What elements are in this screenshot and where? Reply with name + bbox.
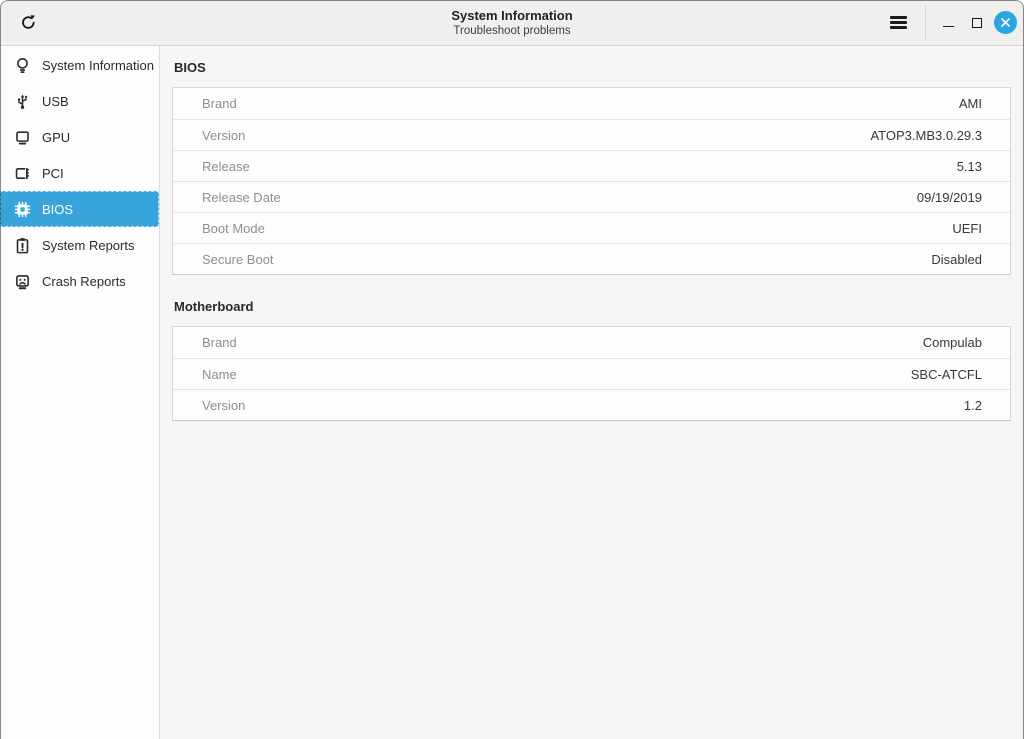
sidebar-item-gpu[interactable]: GPU bbox=[0, 119, 159, 155]
window-title: System Information bbox=[451, 8, 572, 24]
row-label: Release Date bbox=[202, 190, 281, 205]
clipboard-alert-icon bbox=[14, 237, 31, 254]
row-label: Brand bbox=[202, 335, 237, 350]
maximize-button[interactable] bbox=[963, 9, 990, 36]
table-row: Secure Boot Disabled bbox=[173, 243, 1010, 274]
table-row: Version ATOP3.MB3.0.29.3 bbox=[173, 119, 1010, 150]
chip-icon bbox=[14, 201, 31, 218]
row-value: SBC-ATCFL bbox=[911, 367, 982, 382]
sidebar-item-pci[interactable]: PCI bbox=[0, 155, 159, 191]
sidebar-item-label: PCI bbox=[42, 166, 64, 181]
row-label: Version bbox=[202, 128, 245, 143]
table-row: Boot Mode UEFI bbox=[173, 212, 1010, 243]
row-label: Secure Boot bbox=[202, 252, 274, 267]
app-window: System Information Troubleshoot problems bbox=[0, 0, 1024, 739]
row-value: Disabled bbox=[931, 252, 982, 267]
info-table: Brand AMI Version ATOP3.MB3.0.29.3 Relea… bbox=[172, 87, 1011, 275]
sidebar-item-label: Crash Reports bbox=[42, 274, 126, 289]
row-label: Release bbox=[202, 159, 250, 174]
row-value: 09/19/2019 bbox=[917, 190, 982, 205]
sidebar-item-label: BIOS bbox=[42, 202, 73, 217]
titlebar[interactable]: System Information Troubleshoot problems bbox=[0, 0, 1024, 46]
row-value: UEFI bbox=[952, 221, 982, 236]
refresh-button[interactable] bbox=[12, 7, 44, 39]
row-value: Compulab bbox=[923, 335, 982, 350]
info-table: Brand Compulab Name SBC-ATCFL Version 1.… bbox=[172, 326, 1011, 421]
maximize-icon bbox=[972, 18, 982, 28]
table-row: Brand Compulab bbox=[173, 327, 1010, 358]
sidebar-item-system-reports[interactable]: System Reports bbox=[0, 227, 159, 263]
sidebar-item-usb[interactable]: USB bbox=[0, 83, 159, 119]
section-bios: BIOS Brand AMI Version ATOP3.MB3.0.29.3 … bbox=[172, 60, 1011, 275]
close-button[interactable] bbox=[994, 11, 1017, 34]
section-title: BIOS bbox=[174, 60, 1011, 75]
crash-screen-icon bbox=[14, 273, 31, 290]
row-label: Brand bbox=[202, 96, 237, 111]
row-value: ATOP3.MB3.0.29.3 bbox=[870, 128, 982, 143]
row-value: 5.13 bbox=[957, 159, 982, 174]
table-row: Release 5.13 bbox=[173, 150, 1010, 181]
sidebar-item-label: System Reports bbox=[42, 238, 134, 253]
content-panel: BIOS Brand AMI Version ATOP3.MB3.0.29.3 … bbox=[160, 46, 1024, 739]
row-label: Name bbox=[202, 367, 237, 382]
section-title: Motherboard bbox=[174, 299, 1011, 314]
refresh-icon bbox=[19, 13, 38, 32]
window-subtitle: Troubleshoot problems bbox=[451, 24, 572, 38]
title-block: System Information Troubleshoot problems bbox=[451, 8, 572, 38]
row-value: 1.2 bbox=[964, 398, 982, 413]
pci-card-icon bbox=[14, 165, 31, 182]
titlebar-controls bbox=[881, 0, 1024, 45]
sidebar-item-label: USB bbox=[42, 94, 69, 109]
main-area: System Information USB bbox=[0, 46, 1024, 739]
section-motherboard: Motherboard Brand Compulab Name SBC-ATCF… bbox=[172, 299, 1011, 421]
hamburger-menu-icon bbox=[890, 16, 907, 29]
sidebar-item-system-information[interactable]: System Information bbox=[0, 47, 159, 83]
sidebar-item-label: System Information bbox=[42, 58, 154, 73]
minimize-icon bbox=[943, 18, 954, 27]
row-label: Version bbox=[202, 398, 245, 413]
usb-icon bbox=[14, 93, 31, 110]
minimize-button[interactable] bbox=[935, 9, 962, 36]
titlebar-separator bbox=[925, 6, 926, 40]
close-icon bbox=[1000, 17, 1011, 28]
table-row: Brand AMI bbox=[173, 88, 1010, 119]
lightbulb-icon bbox=[14, 57, 31, 74]
row-label: Boot Mode bbox=[202, 221, 265, 236]
sidebar-item-label: GPU bbox=[42, 130, 70, 145]
monitor-icon bbox=[14, 129, 31, 146]
table-row: Name SBC-ATCFL bbox=[173, 358, 1010, 389]
table-row: Version 1.2 bbox=[173, 389, 1010, 420]
menu-button[interactable] bbox=[881, 6, 915, 40]
table-row: Release Date 09/19/2019 bbox=[173, 181, 1010, 212]
sidebar-item-crash-reports[interactable]: Crash Reports bbox=[0, 263, 159, 299]
sidebar: System Information USB bbox=[0, 46, 160, 739]
row-value: AMI bbox=[959, 96, 982, 111]
sidebar-item-bios[interactable]: BIOS bbox=[0, 191, 159, 227]
